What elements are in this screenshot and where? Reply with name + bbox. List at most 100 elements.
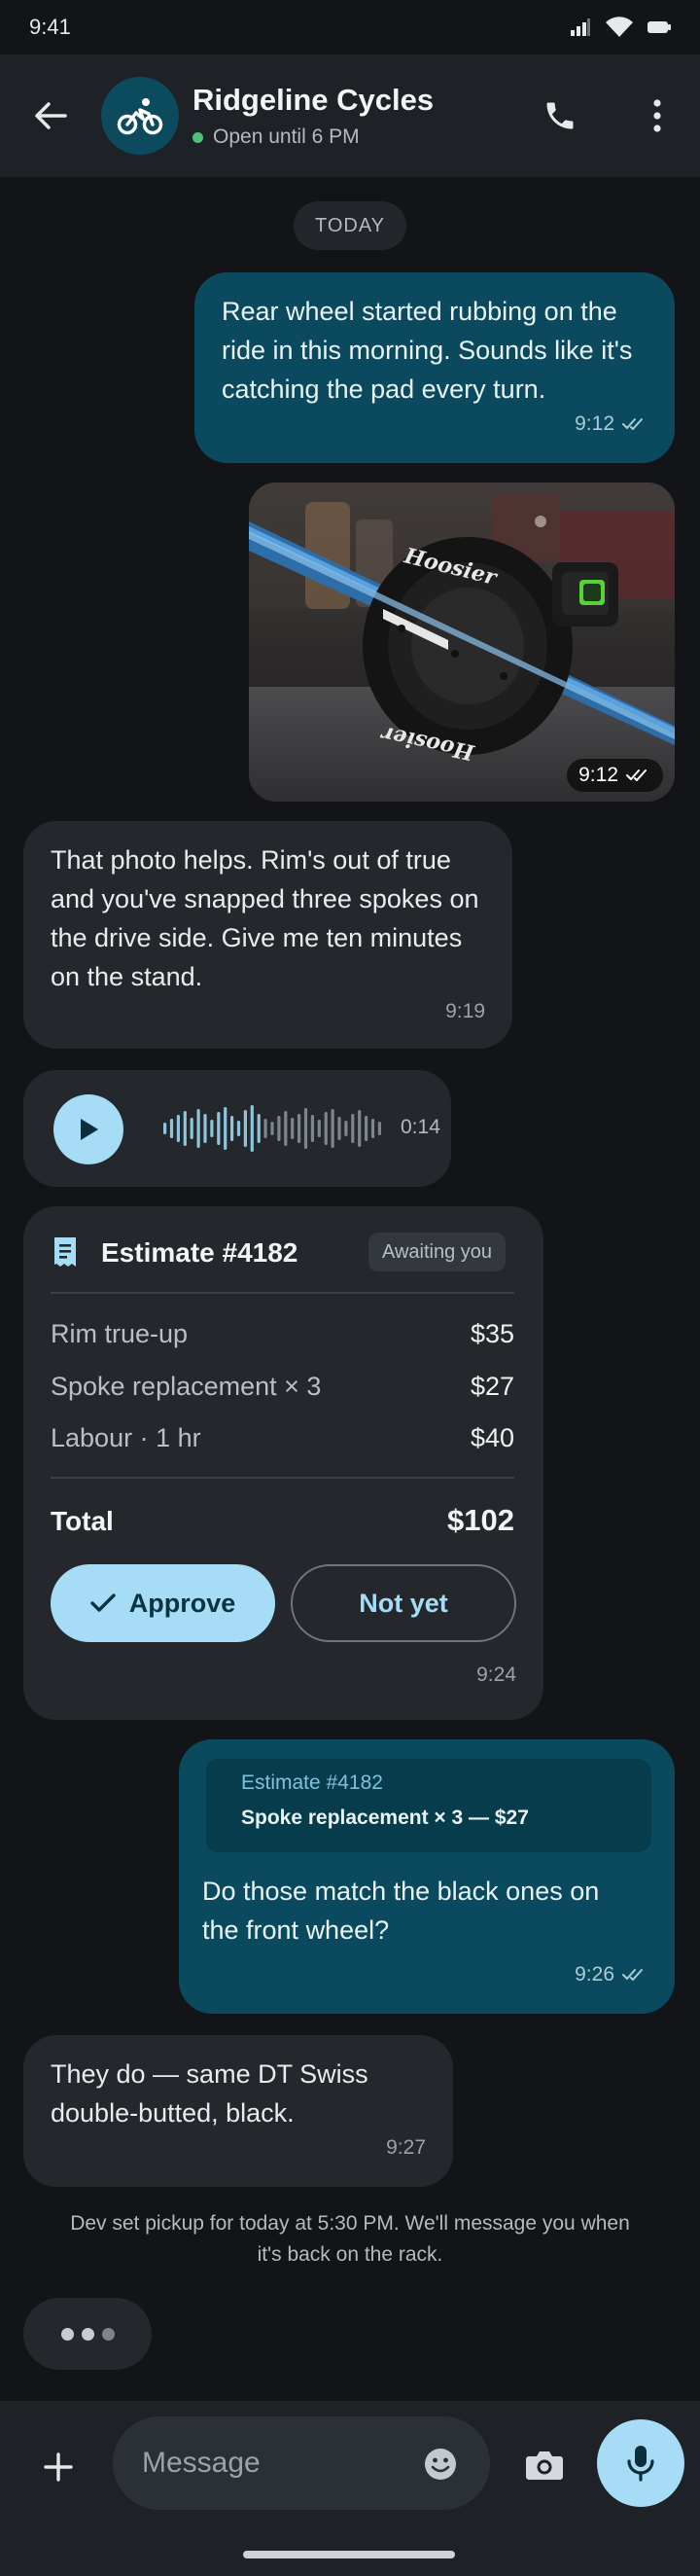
waveform-bar: [210, 1120, 214, 1137]
photo-meta: 9:12: [567, 759, 663, 792]
wifi-icon: [606, 17, 633, 37]
emoji-button[interactable]: [416, 2440, 465, 2488]
message-meta: 9:12: [575, 412, 648, 436]
message-time: 9:12: [575, 412, 614, 435]
waveform-bar: [169, 1119, 174, 1138]
status-time: 9:41: [29, 15, 71, 39]
waveform-bar: [277, 1116, 281, 1141]
message-input[interactable]: [142, 2440, 395, 2487]
plus-icon: [44, 2452, 73, 2482]
line-item-label: Rim true-up: [51, 1319, 189, 1348]
estimate-title: Estimate #4182: [101, 1237, 298, 1268]
more-options-button[interactable]: [628, 87, 686, 145]
incoming-message[interactable]: That photo helps. Rim's out of true and …: [23, 821, 512, 1049]
voice-duration: 0:14: [401, 1116, 440, 1138]
status-bar: 9:41: [0, 0, 700, 54]
attach-button[interactable]: [33, 2442, 84, 2492]
message-time: 9:24: [476, 1664, 516, 1686]
system-note: Dev set pickup for today at 5:30 PM. We'…: [70, 2212, 630, 2266]
total-label: Total: [51, 1506, 114, 1536]
waveform-bar: [298, 1114, 301, 1143]
contact-info[interactable]: Ridgeline Cycles Open until 6 PM: [192, 83, 531, 149]
estimate-line-item: Labour · 1 hr $40: [51, 1423, 514, 1453]
photo-message[interactable]: Hoosier Hoosier 9:12: [249, 483, 675, 802]
waveform-bar: [217, 1112, 221, 1145]
waveform-bar: [317, 1120, 321, 1137]
waveform-bar: [377, 1122, 381, 1135]
message-meta: 9:27: [386, 2136, 426, 2160]
waveform-bar: [284, 1111, 288, 1146]
typing-dot: [60, 2327, 74, 2341]
waveform-bar: [190, 1118, 193, 1139]
line-item-amount: $40: [470, 1423, 514, 1452]
phone-icon: [546, 102, 574, 129]
waveform-bar: [243, 1110, 247, 1147]
message-meta: 9:24: [476, 1664, 516, 1687]
waveform-bar: [324, 1112, 328, 1145]
waveform-bar: [310, 1115, 314, 1142]
back-button[interactable]: [25, 90, 76, 141]
waveform-bar: [230, 1116, 234, 1141]
not-yet-label: Not yet: [359, 1588, 448, 1618]
chat-header: Ridgeline Cycles Open until 6 PM: [0, 54, 700, 177]
play-button[interactable]: [53, 1094, 123, 1164]
play-icon: [81, 1119, 98, 1140]
bicycle-icon: [117, 98, 163, 135]
line-item-label: Labour · 1 hr: [51, 1423, 201, 1452]
outgoing-message[interactable]: Rear wheel started rubbing on the ride i…: [194, 272, 675, 463]
waveform-bar: [291, 1118, 295, 1139]
outgoing-reply-message[interactable]: Estimate #4182 Spoke replacement × 3 — $…: [179, 1739, 675, 2014]
message-time: 9:12: [578, 764, 618, 786]
estimate-total: Total $102: [51, 1503, 514, 1538]
divider: [51, 1292, 514, 1294]
typing-dot: [81, 2327, 94, 2341]
avatar[interactable]: [101, 77, 179, 155]
waveform-bar: [344, 1121, 348, 1136]
waveform-bar: [203, 1114, 207, 1143]
read-receipt-icon: [622, 418, 643, 430]
date-separator: TODAY: [294, 201, 406, 250]
camera-icon: [526, 2451, 563, 2480]
home-indicator: [243, 2551, 455, 2558]
quoted-message[interactable]: Estimate #4182 Spoke replacement × 3 — $…: [202, 1759, 651, 1852]
waveform-bar: [351, 1114, 355, 1143]
check-icon: [90, 1593, 116, 1612]
approve-button[interactable]: Approve: [51, 1564, 275, 1642]
message-time: 9:27: [386, 2136, 426, 2159]
status-icons: [570, 17, 671, 38]
not-yet-button[interactable]: Not yet: [291, 1564, 516, 1642]
message-text: They do — same DT Swiss double-butted, b…: [51, 2059, 368, 2128]
message-time: 9:26: [575, 1963, 614, 1986]
voice-message: 0:14: [23, 1070, 451, 1187]
read-receipt-icon: [626, 769, 647, 781]
waveform-bar: [263, 1119, 267, 1138]
camera-button[interactable]: [517, 2438, 572, 2492]
microphone-icon: [627, 2446, 654, 2482]
call-button[interactable]: [531, 87, 589, 145]
waveform-bar: [183, 1111, 187, 1146]
waveform-bar: [358, 1110, 362, 1147]
waveform-bar: [370, 1119, 375, 1138]
estimate-line-item: Spoke replacement × 3 $27: [51, 1372, 514, 1402]
voice-record-button[interactable]: [597, 2419, 684, 2507]
wheel-photo: Hoosier Hoosier: [249, 483, 675, 802]
message-text: That photo helps. Rim's out of true and …: [51, 845, 479, 991]
online-dot-icon: [192, 131, 203, 143]
incoming-message[interactable]: They do — same DT Swiss double-butted, b…: [23, 2035, 453, 2187]
waveform-bar: [163, 1123, 167, 1134]
estimate-status-badge: Awaiting you: [368, 1233, 507, 1271]
total-amount: $102: [447, 1503, 514, 1537]
signal-icon: [571, 18, 590, 36]
message-time: 9:19: [445, 1000, 485, 1022]
back-arrow-icon: [35, 102, 67, 129]
battery-icon: [648, 21, 671, 33]
voice-waveform[interactable]: [163, 1099, 383, 1158]
line-item-label: Spoke replacement × 3: [51, 1372, 322, 1401]
typing-dot: [101, 2327, 115, 2341]
presence-text: Open until 6 PM: [213, 125, 360, 148]
waveform-bar: [224, 1107, 228, 1150]
waveform-bar: [236, 1121, 241, 1136]
waveform-bar: [196, 1109, 200, 1148]
line-item-amount: $35: [470, 1319, 514, 1348]
contact-name: Ridgeline Cycles: [192, 83, 435, 117]
